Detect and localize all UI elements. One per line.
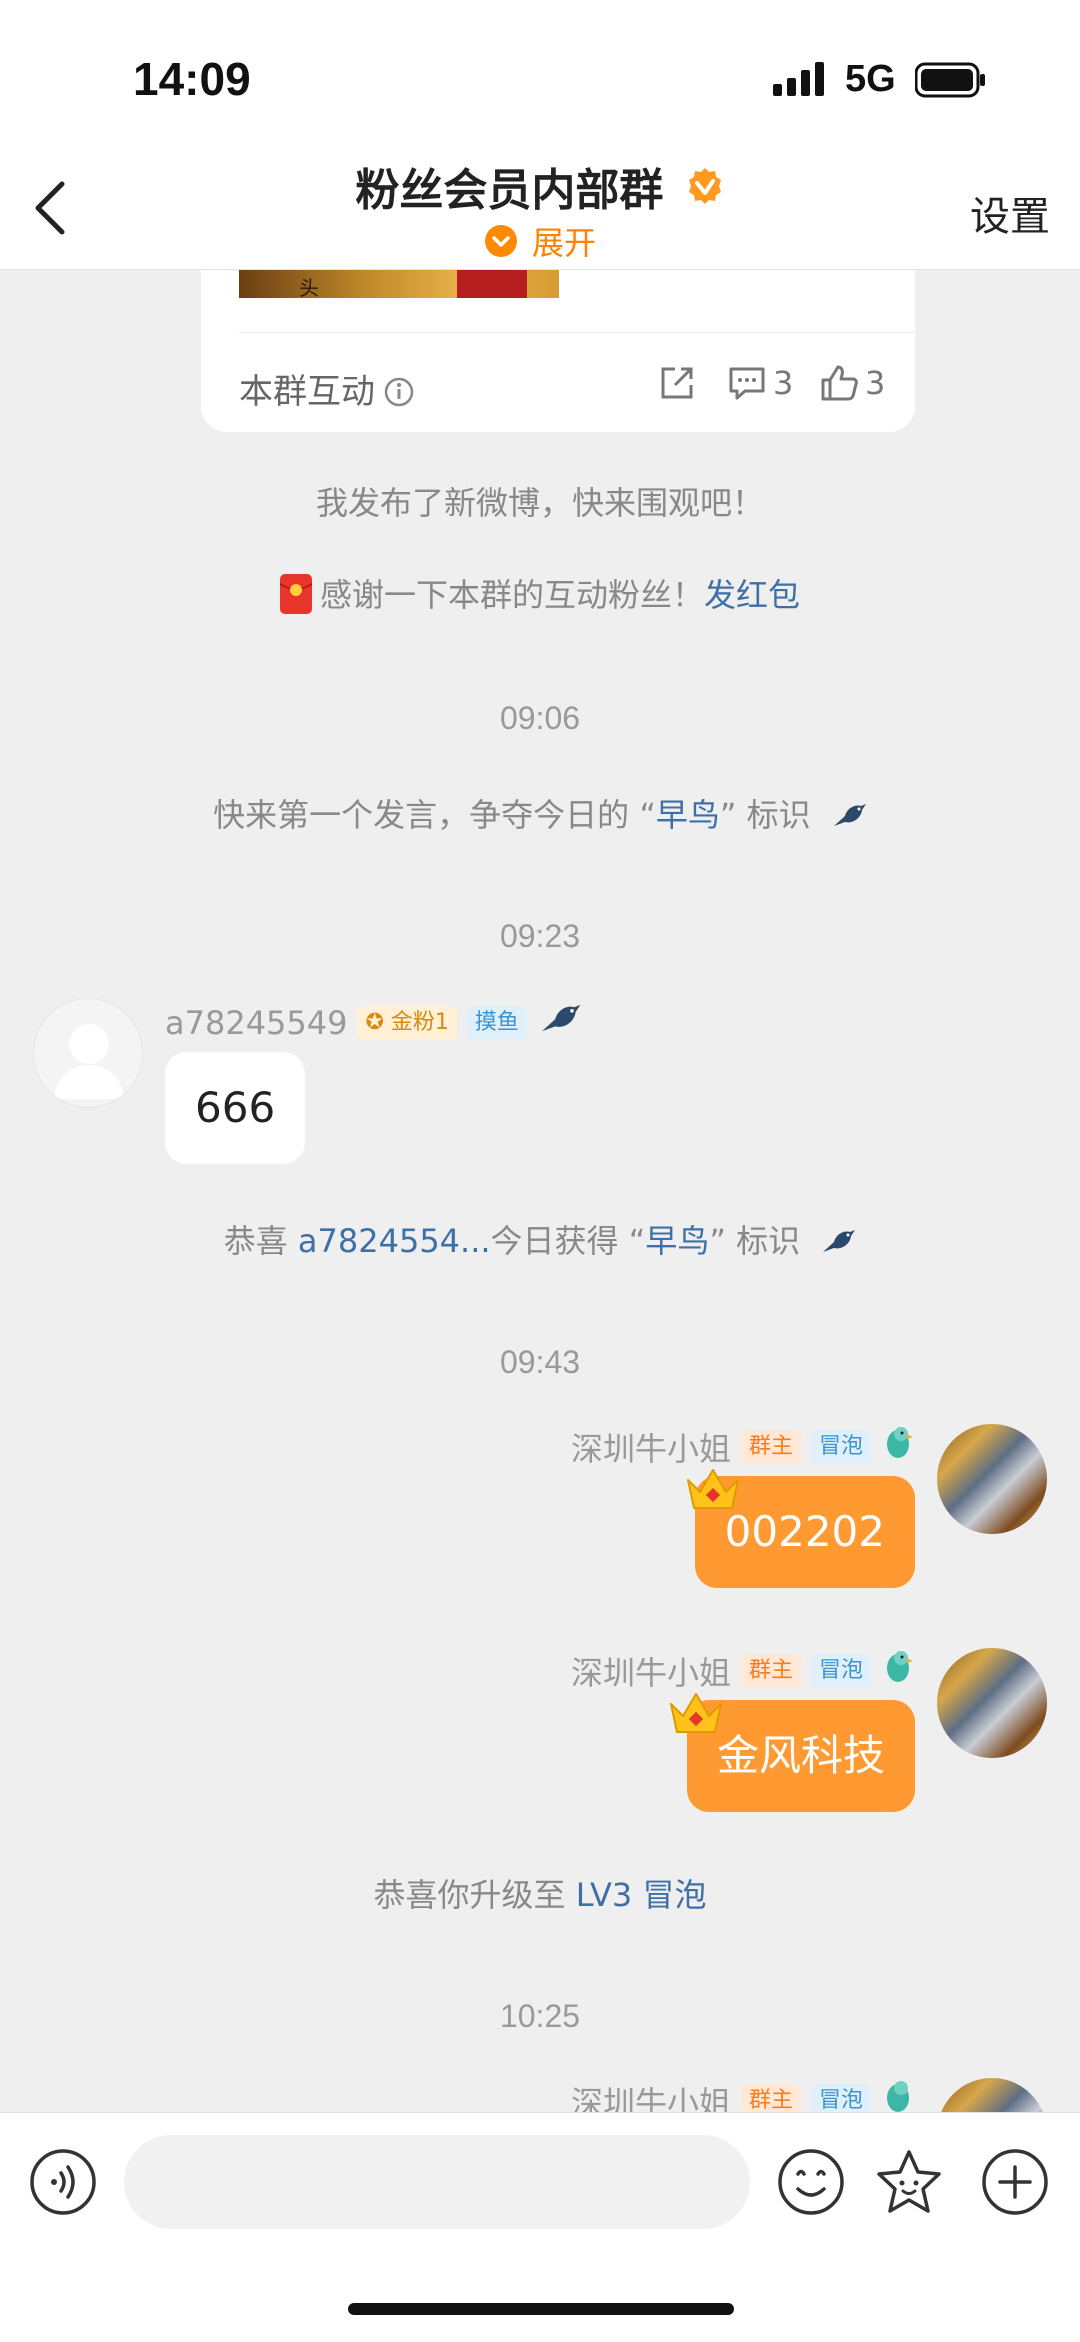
timestamp: 09:23 [499, 918, 581, 954]
early-bird-suffix: ” 标识 [719, 796, 811, 834]
comment-button[interactable]: 3 [727, 362, 793, 402]
avatar[interactable] [33, 998, 143, 1108]
signal-icon [773, 62, 824, 96]
timestamp: 09:06 [499, 700, 581, 736]
share-button[interactable] [657, 362, 697, 402]
message-bubble[interactable]: 666 [165, 1052, 306, 1164]
sticker-icon[interactable] [874, 2147, 944, 2217]
like-button[interactable]: 3 [819, 362, 885, 402]
voice-icon[interactable] [28, 2147, 98, 2217]
home-indicator[interactable] [348, 2303, 734, 2315]
owner-badge: 群主 [740, 1654, 801, 1688]
owner-badge: 群主 [740, 1430, 801, 1464]
bird-icon [823, 1230, 856, 1252]
status-time: 14:09 [133, 53, 251, 105]
red-packet-icon [279, 574, 312, 614]
comment-icon [729, 367, 765, 400]
system-message-red-packet: 感谢一下本群的互动粉丝！发红包 [0, 570, 1080, 616]
bird-icon [541, 1004, 581, 1032]
parrot-icon [887, 2081, 909, 2112]
bird-icon [833, 804, 866, 826]
post-image-text: 头 [299, 276, 319, 300]
comment-count: 3 [773, 364, 794, 402]
system-message: 我发布了新微博，快来围观吧！ [315, 484, 764, 522]
post-image[interactable]: 头 [239, 270, 559, 300]
group-interaction-label: 本群互动 [239, 372, 375, 412]
level-up-prefix: 恭喜你升级至 [373, 1876, 576, 1914]
timestamp: 09:43 [499, 1344, 581, 1380]
member-title-badge: 冒泡 [810, 1654, 871, 1688]
network-type: 5G [845, 58, 896, 100]
system-message-early-bird: 快来第一个发言，争夺今日的 “早鸟” 标识 [0, 790, 1080, 836]
crown-icon [687, 1469, 739, 1509]
group-interaction[interactable]: 本群互动 [239, 364, 415, 413]
sender-name-row: 深圳牛小姐 群主 冒泡 [571, 1648, 915, 1694]
emoji-icon[interactable] [776, 2147, 846, 2217]
default-avatar-icon [54, 1024, 124, 1099]
fan-level-text: 金粉1 [390, 1010, 449, 1035]
message-input[interactable] [124, 2135, 750, 2229]
seal-stamp [457, 270, 527, 298]
fan-level-badge: ✪ 金粉1 [357, 1006, 457, 1040]
expand-label: 展开 [531, 224, 596, 262]
congrats-mid: 今日获得 “ [490, 1222, 646, 1260]
group-title-text: 粉丝会员内部群 [355, 165, 664, 216]
send-red-packet-link[interactable]: 发红包 [704, 576, 800, 614]
avatar[interactable] [937, 1648, 1047, 1758]
member-title-badge: 摸鱼 [466, 1006, 527, 1040]
level-up-link[interactable]: LV3 冒泡 [576, 1876, 707, 1914]
parrot-icon [887, 1651, 913, 1682]
verified-icon [688, 168, 721, 204]
congrats-highlight: 早鸟 [645, 1222, 710, 1260]
avatar[interactable] [937, 1424, 1047, 1534]
share-icon [661, 367, 693, 399]
system-message-level-up: 恭喜你升级至 LV3 冒泡 [0, 1870, 1080, 1916]
battery-icon [915, 62, 985, 98]
like-icon [821, 365, 858, 401]
divider [239, 332, 915, 333]
like-count: 3 [865, 364, 886, 402]
expand-toggle[interactable]: 展开 [0, 218, 1080, 264]
chat-header: 粉丝会员内部群 展开 设置 [0, 140, 1080, 270]
sender-name-row: a78245549 ✪ 金粉1 摸鱼 [165, 1000, 583, 1042]
plus-icon[interactable] [980, 2147, 1050, 2217]
congrats-suffix: ” 标识 [709, 1222, 801, 1260]
system-message-congrats: 恭喜 a7824554...今日获得 “早鸟” 标识 [0, 1216, 1080, 1262]
info-icon[interactable] [383, 376, 415, 408]
timestamp: 10:25 [499, 1998, 581, 2034]
crown-icon [670, 1693, 722, 1733]
sender-name[interactable]: a78245549 [165, 1004, 347, 1042]
congrats-prefix: 恭喜 [223, 1222, 298, 1260]
member-title-badge: 冒泡 [810, 1430, 871, 1464]
settings-button[interactable]: 设置 [970, 184, 1050, 242]
congrats-user-link[interactable]: a7824554... [298, 1222, 491, 1260]
thanks-text: 感谢一下本群的互动粉丝！ [319, 576, 704, 614]
parrot-icon [887, 1427, 913, 1458]
early-bird-highlight: 早鸟 [655, 796, 720, 834]
status-bar: 14:09 5G [0, 0, 1080, 140]
group-title[interactable]: 粉丝会员内部群 [0, 154, 1080, 218]
chevron-down-icon [484, 225, 517, 257]
weibo-post-card[interactable]: 头 本群互动 3 3 [201, 270, 915, 432]
early-bird-prefix: 快来第一个发言，争夺今日的 “ [213, 796, 656, 834]
